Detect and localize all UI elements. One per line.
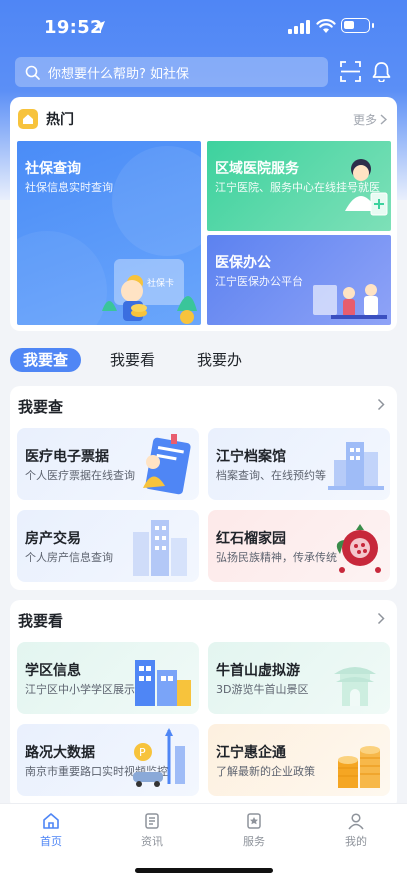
service-property-transaction[interactable]: 房产交易 个人房产信息查询 <box>17 510 199 582</box>
tabbar-profile[interactable]: 我的 <box>326 812 386 849</box>
service-subtitle: 档案查询、在线预约等 <box>216 469 326 482</box>
battery-icon <box>341 18 374 33</box>
tabbar-label: 我的 <box>345 835 367 848</box>
coins-illustration <box>338 746 380 788</box>
news-icon <box>145 813 159 829</box>
service-title: 医疗电子票据 <box>25 449 109 465</box>
buildings-illustration <box>133 520 187 576</box>
card-label: 社保卡 <box>147 277 174 289</box>
section-title: 我要看 <box>18 612 64 630</box>
social-security-card-illustration: 社保卡 <box>17 146 201 325</box>
tabbar-service[interactable]: 服务 <box>224 812 284 849</box>
service-jiangning-enterprise[interactable]: 江宁惠企通 了解最新的企业政策 <box>208 724 390 796</box>
service-title: 红石榴家园 <box>216 531 286 547</box>
service-title: 房产交易 <box>25 531 81 547</box>
service-icon <box>247 813 261 829</box>
tabbar-label: 服务 <box>243 835 265 848</box>
search-bar[interactable]: 你想要什么帮助? 如社保 <box>15 57 328 87</box>
service-title: 江宁档案馆 <box>216 449 286 465</box>
tabbar-home[interactable]: 首页 <box>21 812 81 849</box>
tabbar-news[interactable]: 资讯 <box>122 812 182 849</box>
service-red-pomegranate-home[interactable]: 红石榴家园 弘扬民族精神，传承传统 <box>208 510 390 582</box>
hot-title: 热门 <box>46 112 74 128</box>
service-subtitle: 了解最新的企业政策 <box>216 765 315 778</box>
section-view: 我要看 学区信息 江宁区中小学学区展示 牛首山虚拟游 3D游览牛首山景区 路况大… <box>10 600 397 810</box>
office-illustration <box>313 284 387 319</box>
search-placeholder: 你想要什么帮助? 如社保 <box>48 66 190 82</box>
tab-view[interactable]: 我要看 <box>97 348 168 372</box>
pagoda-illustration <box>334 667 376 706</box>
home-fire-icon <box>18 109 38 129</box>
section-query: 我要查 医疗电子票据 个人医疗票据在线查询 江宁档案馆 档案查询、在线预约等 房… <box>10 386 397 590</box>
user-icon <box>348 813 364 830</box>
traffic-illustration: P <box>133 728 185 787</box>
tab-handle[interactable]: 我要办 <box>184 348 255 372</box>
service-traffic-big-data[interactable]: 路况大数据 南京市重要路口实时视频监控 P <box>17 724 199 796</box>
tile-title: 医保办公 <box>215 255 271 271</box>
archives-building-illustration <box>328 442 384 490</box>
service-title: 牛首山虚拟游 <box>216 663 300 679</box>
service-title: 学区信息 <box>25 663 81 679</box>
hot-card: 热门 更多 社保查询 社保信息实时查询 社保卡 区域医院服务 江宁医院、服务中心… <box>10 97 397 331</box>
chevron-right-icon[interactable] <box>377 398 385 411</box>
location-arrow-icon <box>94 21 105 32</box>
home-indicator <box>135 868 273 873</box>
service-subtitle: 弘扬民族精神，传承传统 <box>216 551 337 564</box>
service-subtitle: 3D游览牛首山景区 <box>216 683 309 696</box>
more-label: 更多 <box>352 113 377 127</box>
pomegranate-illustration <box>336 524 381 573</box>
section-title: 我要查 <box>18 398 64 416</box>
tile-regional-hospital[interactable]: 区域医院服务 江宁医院、服务中心在线挂号就医 <box>207 141 391 231</box>
service-jiangning-archives[interactable]: 江宁档案馆 档案查询、在线预约等 <box>208 428 390 500</box>
service-title: 路况大数据 <box>25 745 95 761</box>
hot-header: 热门 <box>18 109 74 129</box>
tabbar-label: 首页 <box>40 835 62 848</box>
receipt-illustration <box>143 434 191 495</box>
service-medical-e-receipt[interactable]: 医疗电子票据 个人医疗票据在线查询 <box>17 428 199 500</box>
service-school-district[interactable]: 学区信息 江宁区中小学学区展示 <box>17 642 199 714</box>
tab-query[interactable]: 我要查 <box>10 348 82 372</box>
tabbar-label: 资讯 <box>141 835 163 848</box>
wifi-icon <box>316 19 336 33</box>
tile-medical-insurance-office[interactable]: 医保办公 江宁医保办公平台 <box>207 235 391 325</box>
tile-title: 区域医院服务 <box>215 161 299 177</box>
chevron-right-icon <box>380 114 387 125</box>
service-subtitle: 个人房产信息查询 <box>25 551 113 564</box>
category-tabs: 我要查 我要看 我要办 <box>10 348 271 372</box>
svg-text:P: P <box>139 746 146 759</box>
more-link[interactable]: 更多 <box>353 111 387 128</box>
notification-bell-icon[interactable] <box>372 61 391 82</box>
chevron-right-icon[interactable] <box>377 612 385 625</box>
home-icon <box>43 813 59 829</box>
service-niushou-mountain-tour[interactable]: 牛首山虚拟游 3D游览牛首山景区 <box>208 642 390 714</box>
doctor-illustration <box>345 159 388 216</box>
scan-icon[interactable] <box>340 61 361 82</box>
service-title: 江宁惠企通 <box>216 745 286 761</box>
status-bar: 19:52 <box>0 0 407 54</box>
search-icon <box>25 65 40 80</box>
tile-subtitle: 江宁医保办公平台 <box>215 275 303 288</box>
cellular-signal-icon <box>288 20 310 34</box>
school-buildings-illustration <box>135 660 191 706</box>
tile-social-security-query[interactable]: 社保查询 社保信息实时查询 社保卡 <box>17 141 201 325</box>
